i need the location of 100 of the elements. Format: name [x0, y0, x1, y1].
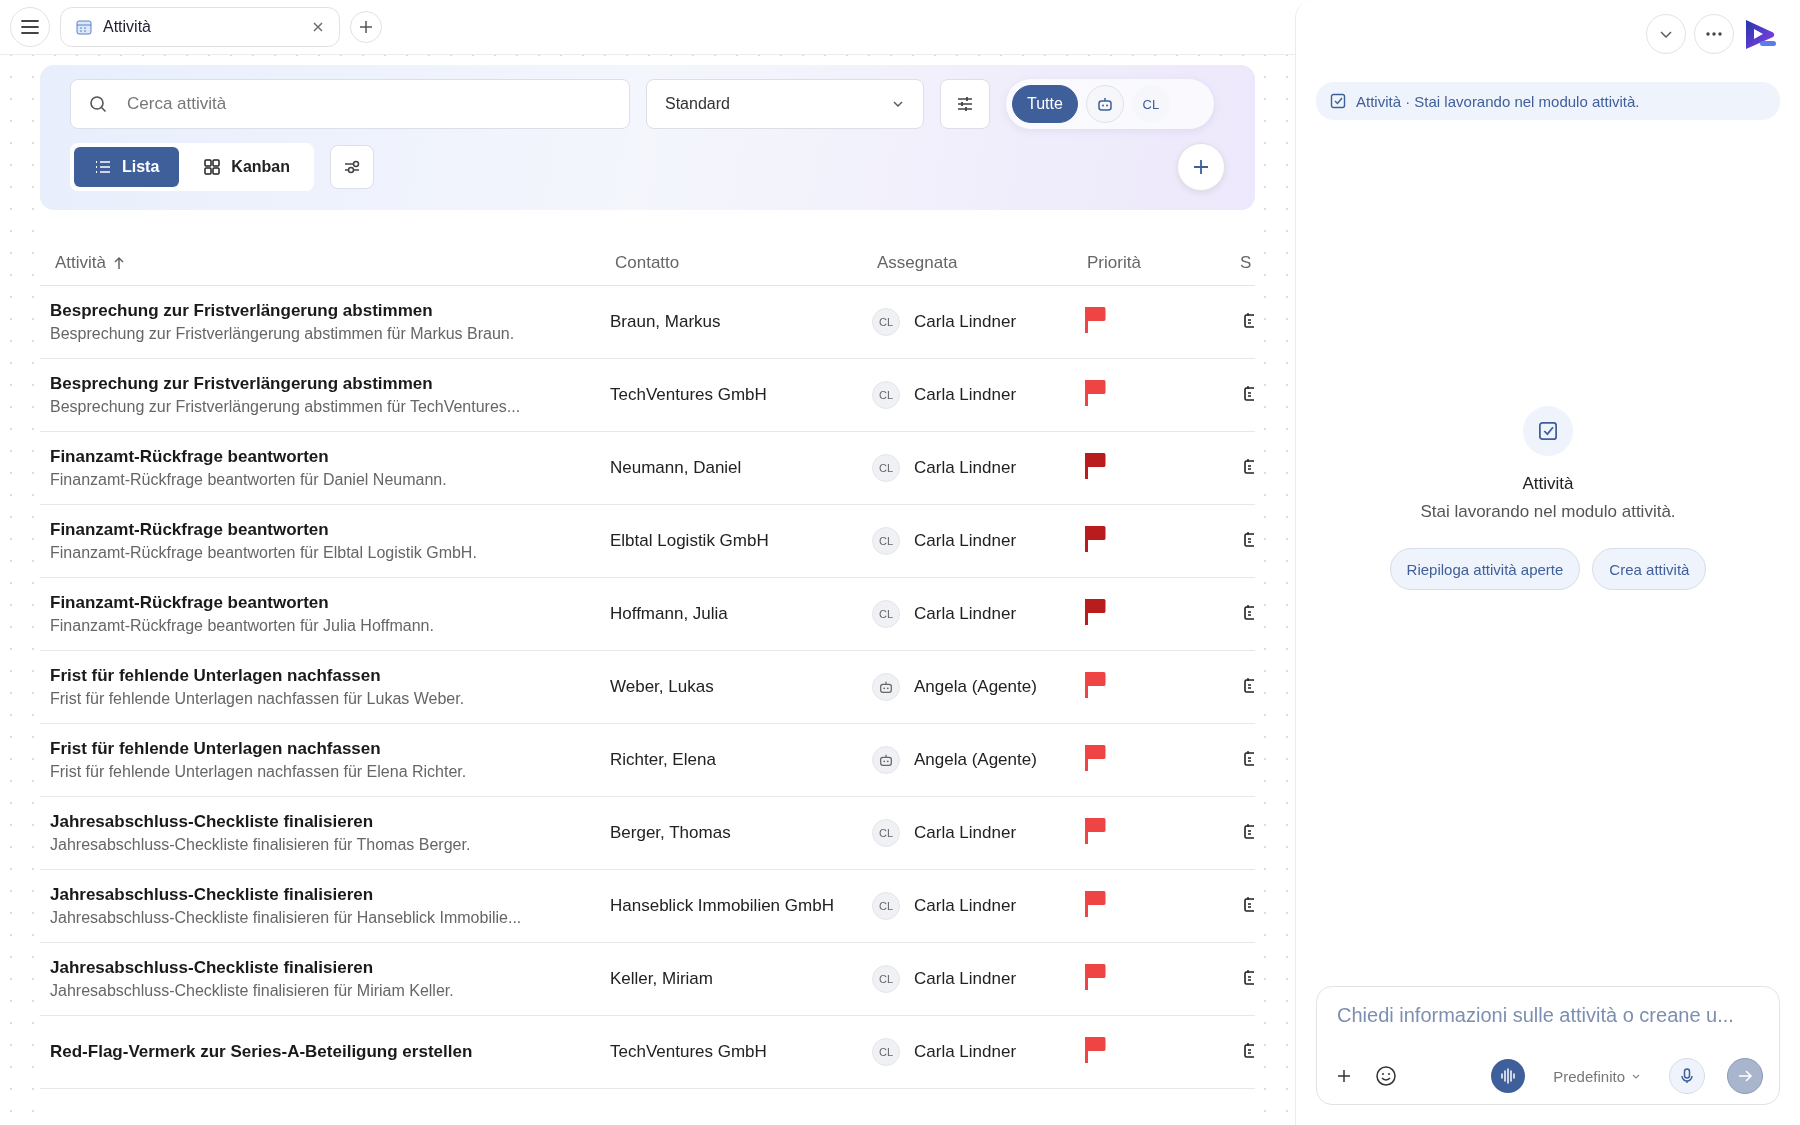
task-title: Besprechung zur Fristverlängerung abstimmen — [50, 301, 434, 321]
view-dropdown[interactable]: Standard — [646, 79, 924, 129]
contact-cell: Hanseblick Immobilien GmbH — [610, 896, 834, 915]
agent-filter-chip[interactable] — [1085, 85, 1124, 123]
initials-avatar: CL — [872, 892, 900, 920]
assignee-name: Carla Lindner — [914, 312, 1017, 332]
new-tab-button[interactable] — [350, 11, 382, 43]
task-title: Red-Flag-Vermerk zur Series-A-Beteiligung erstellen — [50, 1042, 474, 1062]
list-icon — [94, 158, 112, 176]
mode-dropdown[interactable]: Predefinito — [1547, 1066, 1647, 1086]
initials-avatar: CL — [872, 381, 900, 409]
clipboard-icon — [1244, 895, 1254, 913]
grid-icon — [203, 158, 222, 176]
microphone-button[interactable] — [1669, 1058, 1705, 1094]
contact-cell: Weber, Lukas — [610, 677, 714, 696]
clipboard-icon — [1244, 749, 1254, 767]
task-title: Finanzamt-Rückfrage beantworten — [50, 593, 330, 613]
task-description: Finanzamt-Rückfrage beantworten für Julia Hoffmann. — [50, 617, 435, 635]
clipboard-icon — [1244, 603, 1254, 621]
contact-cell: TechVentures GmbH — [610, 1042, 767, 1061]
column-header[interactable]: Contatto — [615, 253, 680, 273]
task-description: Besprechung zur Fristverlängerung abstimmen für TechVentures... — [50, 398, 522, 416]
initials-avatar: CL — [872, 819, 900, 847]
task-description: Finanzamt-Rückfrage beantworten für Daniel Neumann. — [50, 471, 448, 489]
task-description: Frist für fehlende Unterlagen nachfassen für Lukas Weber. — [50, 690, 466, 708]
task-title: Jahresabschluss-Checkliste finalisieren — [50, 885, 375, 905]
task-title: Frist für fehlende Unterlagen nachfassen — [50, 666, 382, 686]
task-description: Frist für fehlende Unterlagen nachfassen für Elena Richter. — [50, 763, 468, 781]
assignee-name: Carla Lindner — [914, 823, 1017, 843]
task-title: Besprechung zur Fristverlängerung abstimmen — [50, 374, 434, 394]
clipboard-icon — [1244, 311, 1254, 329]
sliders-icon — [955, 94, 975, 114]
task-description: Jahresabschluss-Checkliste finalisieren für Hanseblick Immobilie... — [50, 909, 523, 927]
close-icon[interactable] — [311, 20, 325, 34]
task-description: Besprechung zur Fristverlängerung abstimmen für Markus Braun. — [50, 325, 516, 343]
menu-button[interactable] — [10, 7, 50, 47]
chat-input[interactable]: Chiedi informazioni sulle attività o creane u... — [1335, 1003, 1767, 1028]
clipboard-icon — [1244, 457, 1254, 475]
task-title: Finanzamt-Rückfrage beantworten — [50, 447, 330, 467]
assignee-name: Angela (Agente) — [914, 677, 1037, 697]
contact-cell: Elbtal Logistik GmbH — [610, 531, 769, 550]
settings-button[interactable] — [330, 145, 374, 189]
contact-cell: Richter, Elena — [610, 750, 716, 769]
clipboard-icon — [1244, 530, 1254, 548]
robot-avatar-icon — [872, 746, 900, 774]
empty-state-text: Stai lavorando nel modulo attività. — [1420, 502, 1676, 522]
contact-cell: Hoffmann, Julia — [610, 604, 728, 623]
voice-button[interactable] — [1491, 1059, 1526, 1093]
robot-avatar-icon — [872, 673, 900, 701]
clipboard-icon — [1244, 822, 1254, 840]
contact-cell: Neumann, Daniel — [610, 458, 742, 477]
view-tab[interactable]: Lista — [74, 147, 180, 187]
search-field[interactable]: Cerca attività — [70, 79, 630, 129]
task-description: Jahresabschluss-Checkliste finalisieren für Thomas Berger. — [50, 836, 472, 854]
initials-avatar: CL — [872, 454, 900, 482]
task-title: Finanzamt-Rückfrage beantworten — [50, 520, 330, 540]
initials-avatar: CL — [872, 965, 900, 993]
assignee-name: Carla Lindner — [914, 531, 1017, 551]
suggestion-button[interactable]: Riepiloga attività aperte — [1389, 548, 1581, 590]
plus-icon — [1191, 157, 1211, 177]
task-description: Jahresabschluss-Checkliste finalisieren für Miriam Keller. — [50, 982, 455, 1000]
column-header[interactable]: Attività — [55, 253, 107, 273]
plus-icon[interactable] — [1335, 1067, 1353, 1085]
assignee-name: Carla Lindner — [914, 896, 1017, 916]
clipboard-icon — [1244, 384, 1254, 402]
robot-icon — [1095, 95, 1114, 113]
more-icon — [1705, 31, 1723, 37]
filter-button[interactable] — [940, 79, 990, 129]
checkbox-icon — [1523, 406, 1573, 456]
checkbox-icon — [1330, 93, 1346, 109]
column-header[interactable]: Priorità — [1087, 253, 1141, 273]
plus-icon — [358, 19, 374, 35]
microphone-icon — [1678, 1067, 1696, 1085]
empty-state-title: Attività — [1522, 474, 1574, 494]
task-title: Jahresabschluss-Checkliste finalisieren — [50, 958, 375, 978]
assignee-name: Carla Lindner — [914, 969, 1017, 989]
clipboard-icon — [1244, 968, 1254, 986]
clipboard-icon — [1244, 1041, 1254, 1059]
assignee-name: Carla Lindner — [914, 385, 1017, 405]
tab[interactable]: Attività — [60, 7, 340, 47]
more-button[interactable] — [1694, 14, 1734, 54]
clipboard-icon — [1244, 676, 1254, 694]
filter-chip[interactable]: Tutte — [1012, 85, 1078, 123]
search-icon — [88, 94, 108, 114]
calendar-icon — [75, 18, 93, 36]
filter-chip[interactable]: CL — [1131, 85, 1170, 123]
contact-cell: TechVentures GmbH — [610, 385, 767, 404]
task-description: Finanzamt-Rückfrage beantworten für Elbtal Logistik GmbH. — [50, 544, 478, 562]
column-header[interactable]: S — [1240, 253, 1252, 273]
view-tab[interactable]: Kanban — [183, 147, 310, 187]
column-header[interactable]: Assegnata — [877, 253, 958, 273]
assignee-name: Carla Lindner — [914, 604, 1017, 624]
task-title: Jahresabschluss-Checkliste finalisieren — [50, 812, 375, 832]
add-button[interactable] — [1177, 143, 1225, 191]
task-title: Frist für fehlende Unterlagen nachfassen — [50, 739, 382, 759]
emoji-icon[interactable] — [1375, 1065, 1397, 1087]
suggestion-button[interactable]: Crea attività — [1592, 548, 1707, 590]
initials-avatar: CL — [872, 600, 900, 628]
initials-avatar: CL — [872, 527, 900, 555]
assignee-name: Angela (Agente) — [914, 750, 1037, 770]
